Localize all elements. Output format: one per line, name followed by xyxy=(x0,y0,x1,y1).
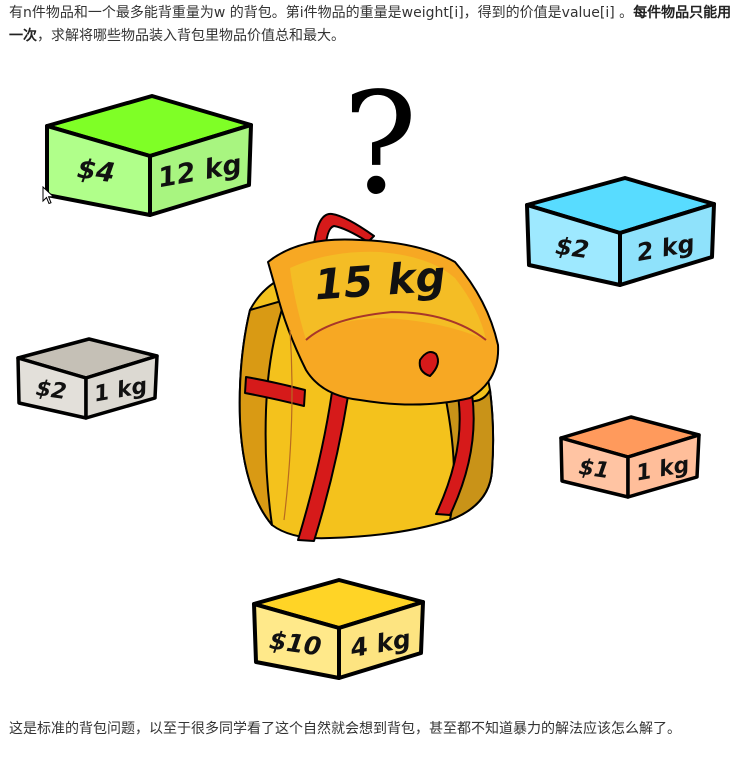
footer-text: 这是标准的背包问题，以至于很多同学看了这个自然就会想到背包，甚至都不知道暴力的解… xyxy=(9,721,681,737)
item-price: $2 xyxy=(554,232,591,264)
question-mark: ? xyxy=(342,63,417,226)
item-price: $2 xyxy=(34,376,68,405)
item-price: $1 xyxy=(577,455,611,484)
mouse-cursor-icon xyxy=(42,186,55,205)
knapsack-illustration: ? 15 kg $4 12 kg $2 2 kg $2 1 kg $1 1 kg… xyxy=(16,63,716,680)
backpack-capacity-label: 15 kg xyxy=(313,251,447,309)
item-price: $4 xyxy=(75,154,117,190)
